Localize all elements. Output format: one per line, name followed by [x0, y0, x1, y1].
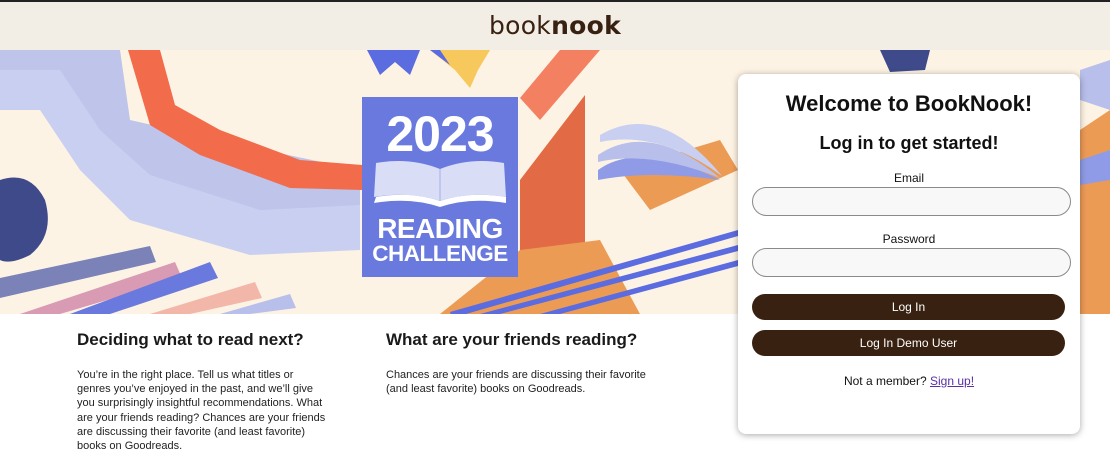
open-book-icon	[374, 161, 506, 207]
badge-year: 2023	[386, 106, 494, 162]
login-subtitle: Log in to get started!	[819, 133, 999, 153]
section-heading: What are your friends reading?	[386, 330, 638, 349]
logo-bold-text: nook	[551, 11, 622, 40]
email-label: Email	[893, 171, 924, 185]
top-header: booknook	[0, 0, 1110, 50]
password-field[interactable]	[752, 248, 1071, 277]
signup-prompt-text: Not a member?	[843, 374, 927, 388]
section-heading: Deciding what to read next?	[77, 330, 304, 349]
booknook-logo[interactable]: booknook	[0, 11, 1110, 40]
demo-login-button[interactable]: Log In Demo User	[752, 330, 1065, 356]
email-field[interactable]	[752, 187, 1071, 216]
section-friends: What are your friends reading? Chances a…	[386, 330, 646, 396]
login-title: Welcome to BookNook!	[785, 91, 1033, 116]
section-body: You’re in the right place. Tell us what …	[77, 369, 326, 453]
signup-link[interactable]: Sign up!	[930, 374, 974, 388]
login-button[interactable]: Log In	[752, 294, 1065, 320]
reading-challenge-badge[interactable]: 2023 READING CHALLENGE	[362, 97, 518, 277]
login-card: Welcome to BookNook! Log in to get start…	[738, 74, 1080, 434]
signup-prompt: Not a member? Sign up!	[738, 374, 1080, 388]
logo-light-text: book	[488, 11, 552, 40]
section-body: Chances are your friends are discussing …	[386, 369, 646, 396]
section-deciding: Deciding what to read next? You’re in th…	[77, 330, 327, 453]
badge-line-challenge: CHALLENGE	[372, 241, 508, 266]
password-label: Password	[882, 232, 936, 246]
